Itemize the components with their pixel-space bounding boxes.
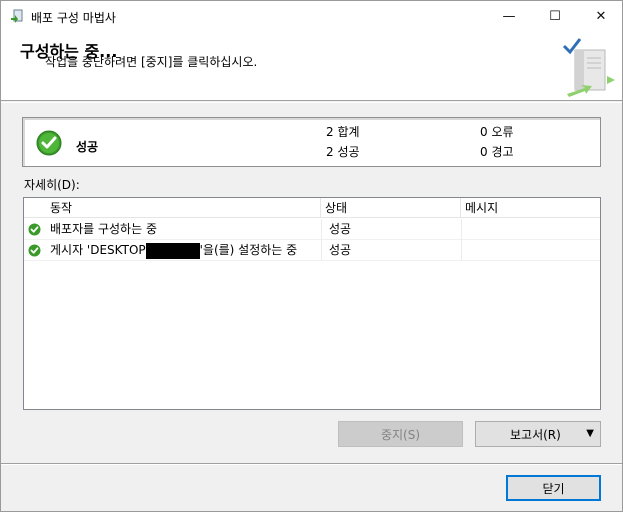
page-subtitle: 작업을 중단하려면 [중지]를 클릭하십시오.: [45, 55, 258, 69]
error-count: 0 오류: [480, 125, 514, 139]
wizard-header: 구성하는 중... 작업을 중단하려면 [중지]를 클릭하십시오.: [1, 32, 622, 101]
close-button[interactable]: 닫기: [506, 475, 601, 501]
success-check-icon: [28, 244, 41, 257]
success-count: 2 성공: [326, 145, 360, 159]
redacted-block: [145, 242, 200, 259]
column-header-action[interactable]: 동작: [24, 198, 321, 218]
close-window-button[interactable]: ✕: [578, 1, 623, 32]
grid-header: 동작 상태 메시지: [24, 198, 600, 218]
row-action-prefix: 게시자 'DESKTOP: [50, 243, 146, 257]
row-message: [465, 240, 598, 261]
total-count: 2 합계: [326, 125, 360, 139]
header-divider: [1, 102, 622, 103]
maximize-button[interactable]: ☐: [532, 1, 578, 32]
stop-button[interactable]: 중지(S): [338, 421, 463, 447]
cell-divider: [461, 219, 462, 240]
row-action: 배포자를 구성하는 중: [50, 222, 157, 236]
table-row[interactable]: 배포자를 구성하는 중 성공: [24, 219, 600, 240]
details-grid[interactable]: 동작 상태 메시지 배포자를 구성하는 중 성공 게시자 'DESKTOP '을(…: [23, 197, 601, 410]
summary-panel: 성공 2 합계 2 성공 0 오류 0 경고: [22, 117, 601, 167]
wizard-window: 배포 구성 마법사 — ☐ ✕ 구성하는 중... 작업을 중단하려면 [중지]…: [0, 0, 623, 512]
summary-status: 성공: [76, 140, 99, 154]
cell-divider: [321, 219, 322, 240]
report-button[interactable]: 보고서(R) ▼: [475, 421, 601, 447]
minimize-button[interactable]: —: [486, 1, 532, 32]
cell-divider: [321, 240, 322, 261]
server-graphic-icon: [562, 38, 615, 97]
report-button-label: 보고서(R): [510, 427, 561, 442]
success-check-icon: [36, 130, 62, 156]
table-row[interactable]: 게시자 'DESKTOP '을(를) 설정하는 중 성공: [24, 240, 600, 261]
row-status: 성공: [329, 243, 352, 257]
deployment-wizard-icon: [11, 9, 23, 23]
column-header-message[interactable]: 메시지: [461, 198, 600, 218]
details-label: 자세히(D):: [24, 178, 80, 192]
warning-count: 0 경고: [480, 145, 514, 159]
row-message: [465, 219, 598, 240]
title-bar: 배포 구성 마법사 — ☐ ✕: [1, 1, 622, 32]
footer-divider-highlight: [1, 464, 622, 465]
dropdown-arrow-icon: ▼: [586, 428, 594, 439]
cell-divider: [461, 240, 462, 261]
window-title: 배포 구성 마법사: [31, 11, 116, 25]
success-check-icon: [28, 223, 41, 236]
row-action: 게시자 'DESKTOP '을(를) 설정하는 중: [50, 240, 320, 261]
column-header-status[interactable]: 상태: [321, 198, 461, 218]
row-status: 성공: [329, 222, 352, 236]
row-action-suffix: '을(를) 설정하는 중: [199, 243, 298, 257]
